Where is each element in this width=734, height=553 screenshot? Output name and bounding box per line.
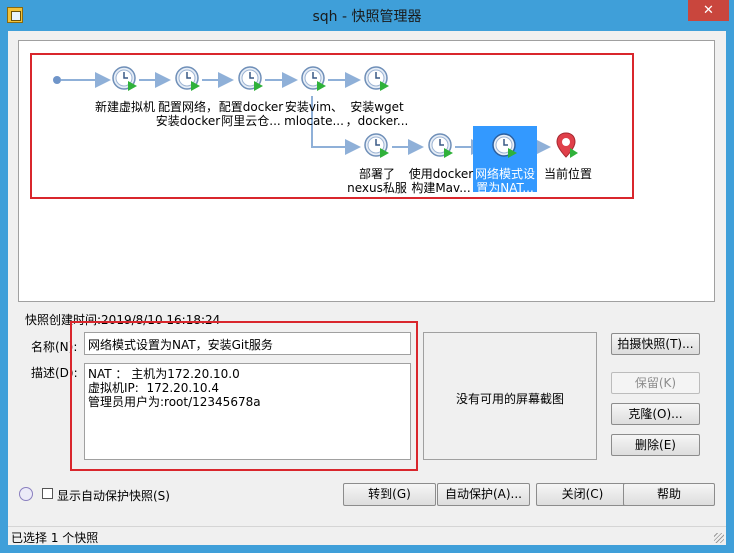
- take-snapshot-button[interactable]: 拍摄快照(T)...: [611, 333, 700, 355]
- snapshot-manager-window: sqh - 快照管理器 ✕ 新建虚拟机 配置网络， 安装docker 配置doc…: [0, 0, 734, 553]
- screenshot-preview-area: 没有可用的屏幕截图: [423, 332, 597, 460]
- tree-annotation-box: [30, 53, 634, 199]
- resize-grip-icon[interactable]: [714, 533, 724, 543]
- clone-button[interactable]: 克隆(O)...: [611, 403, 700, 425]
- goto-button[interactable]: 转到(G): [343, 483, 436, 506]
- snapshot-tree-panel[interactable]: 新建虚拟机 配置网络， 安装docker 配置docker 阿里云仓... 安装vi…: [18, 40, 715, 302]
- status-text: 已选择 1 个快照: [11, 531, 99, 545]
- autoprotect-icon: [19, 487, 33, 501]
- close-window-button[interactable]: ✕: [688, 0, 729, 21]
- title-bar[interactable]: sqh - 快照管理器 ✕: [0, 0, 734, 32]
- autoprotect-button[interactable]: 自动保护(A)...: [437, 483, 530, 506]
- close-button[interactable]: 关闭(C): [536, 483, 629, 506]
- no-screenshot-text: 没有可用的屏幕截图: [455, 392, 564, 406]
- delete-button[interactable]: 删除(E): [611, 434, 700, 456]
- show-autoprotect-checkbox[interactable]: [42, 488, 53, 499]
- details-annotation-box: [70, 321, 418, 471]
- window-title: sqh - 快照管理器: [312, 9, 422, 25]
- status-bar: 已选择 1 个快照: [8, 526, 726, 545]
- help-button[interactable]: 帮助: [623, 483, 715, 506]
- keep-button[interactable]: 保留(K): [611, 372, 700, 394]
- show-autoprotect-label[interactable]: 显示自动保护快照(S): [57, 487, 170, 504]
- dialog-client-area: 新建虚拟机 配置网络， 安装docker 配置docker 阿里云仓... 安装vi…: [8, 31, 726, 526]
